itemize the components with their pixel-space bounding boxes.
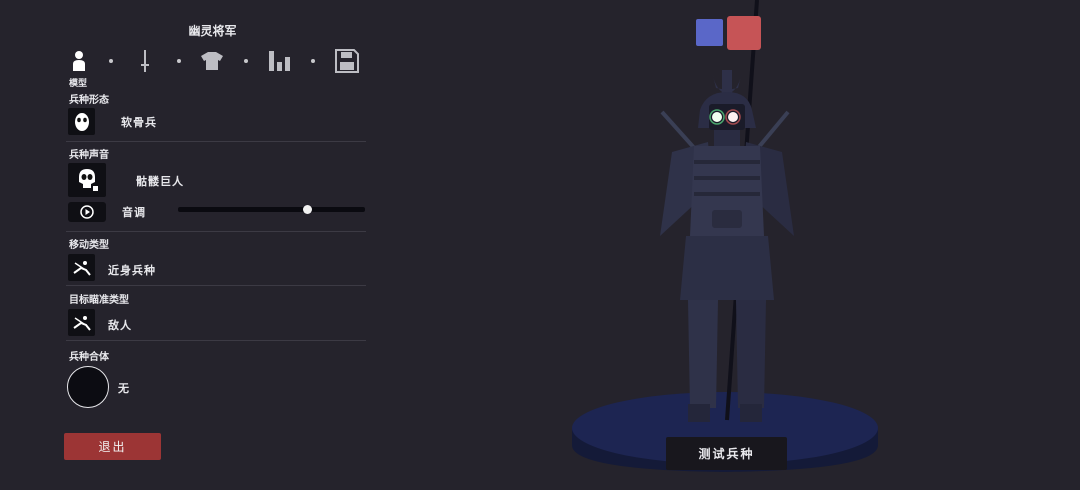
current-step-label: 模型 xyxy=(69,79,88,89)
step-stats-button[interactable] xyxy=(267,48,293,74)
melee-icon xyxy=(72,260,91,276)
step-separator-dot xyxy=(177,59,181,63)
shirt-icon xyxy=(201,52,223,70)
step-separator-dot xyxy=(109,59,113,63)
unit-name-title: 幽灵将军 xyxy=(188,24,237,38)
movement-type-value: 近身兵种 xyxy=(108,264,156,277)
step-save-button[interactable] xyxy=(334,48,360,74)
editor-steps-nav xyxy=(66,46,366,76)
section-divider xyxy=(66,340,366,341)
step-weapon-button[interactable] xyxy=(132,48,158,74)
sword-icon xyxy=(141,50,149,72)
unit-voice-label: 兵种声音 xyxy=(69,150,109,161)
unit-combine-slot[interactable] xyxy=(67,366,109,408)
section-divider xyxy=(66,285,366,286)
blue-team-button[interactable] xyxy=(696,19,723,46)
voice-play-button[interactable] xyxy=(68,202,106,222)
play-icon xyxy=(80,205,94,219)
pitch-slider-knob[interactable] xyxy=(303,205,313,214)
section-divider xyxy=(66,231,366,232)
step-clothing-button[interactable] xyxy=(199,48,225,74)
person-icon xyxy=(73,51,85,71)
targeting-type-button[interactable] xyxy=(68,309,95,336)
mask-icon xyxy=(74,112,89,131)
step-model-button[interactable] xyxy=(66,48,92,74)
movement-type-label: 移动类型 xyxy=(69,240,109,251)
step-separator-dot xyxy=(311,59,315,63)
skull-icon xyxy=(79,169,98,191)
targeting-type-value: 敌人 xyxy=(108,319,132,332)
red-team-button[interactable] xyxy=(727,16,761,50)
target-icon xyxy=(72,315,91,331)
bar-chart-icon xyxy=(269,51,290,71)
test-unit-button[interactable]: 测试兵种 xyxy=(666,437,787,470)
unit-form-label: 兵种形态 xyxy=(69,95,109,106)
unit-preview-viewport[interactable] xyxy=(560,0,890,486)
movement-type-button[interactable] xyxy=(68,254,95,281)
targeting-type-label: 目标瞄准类型 xyxy=(69,295,129,306)
pitch-label: 音调 xyxy=(122,206,146,219)
exit-button[interactable]: 退出 xyxy=(64,433,161,460)
unit-form-value: 软骨兵 xyxy=(121,116,157,129)
unit-preview-model xyxy=(572,0,878,472)
unit-combine-label: 兵种合体 xyxy=(69,352,109,363)
pitch-slider[interactable] xyxy=(178,205,365,214)
unit-form-button[interactable] xyxy=(68,108,95,135)
unit-combine-value: 无 xyxy=(118,382,130,395)
step-separator-dot xyxy=(244,59,248,63)
save-icon xyxy=(335,49,359,73)
unit-editor-panel: 幽灵将军 模型 兵种形态 软骨兵 兵种声音 骷髅巨人 音调 移动类型 近身兵种 … xyxy=(0,0,375,486)
section-divider xyxy=(66,141,366,142)
unit-voice-button[interactable] xyxy=(68,163,106,197)
unit-voice-value: 骷髅巨人 xyxy=(136,175,184,188)
